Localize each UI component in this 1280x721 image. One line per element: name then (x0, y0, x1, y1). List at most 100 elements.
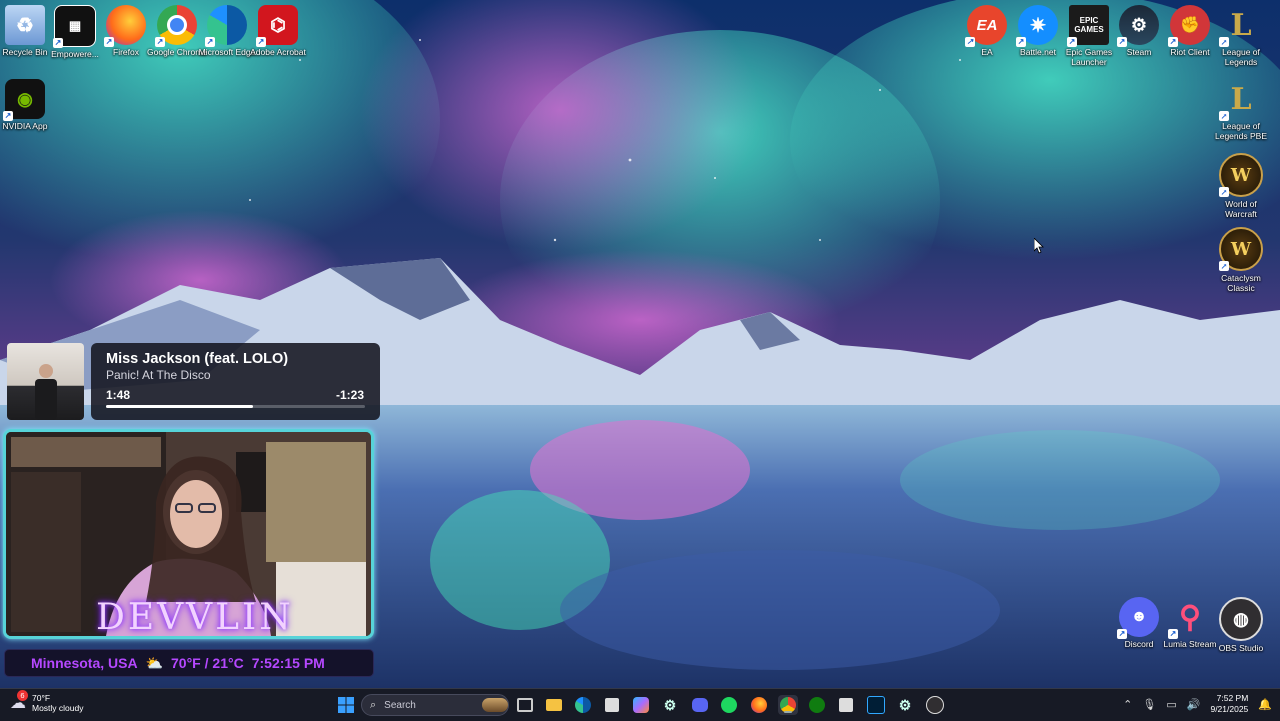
riot-client-icon: ✊ ↗ (1168, 5, 1210, 47)
taskbar-search[interactable]: ⌕ (361, 694, 509, 716)
partly-cloudy-icon: ⛅ (145, 654, 164, 671)
taskbar: ☁6 70°F Mostly cloudy ⌕ ⚙ ⚙ ⌃ 🎙 ▭ 🔊 7:52… (0, 688, 1280, 721)
steam-icon: ⚙ (898, 696, 912, 713)
desktop-icon-epic-games[interactable]: EPIC GAMES ↗ Epic Games Launcher (1064, 5, 1114, 67)
weather-badge: 6 (17, 690, 28, 701)
webcam-info-bar: Minnesota, USA ⛅ 70°F / 21°C 7:52:15 PM (4, 649, 374, 677)
taskbar-edge[interactable] (573, 695, 593, 715)
track-progress-fill (106, 405, 253, 408)
taskbar-task-view[interactable] (515, 695, 535, 715)
search-icon: ⌕ (370, 698, 377, 711)
taskbar-photoshop[interactable] (866, 695, 886, 715)
discord-icon: ☻ ↗ (1117, 597, 1159, 639)
desktop-icon-acrobat[interactable]: ⌬ ↗ Adobe Acrobat (250, 5, 306, 57)
cataclysm-icon: W ↗ (1219, 227, 1263, 271)
volume-icon[interactable]: 🔊 (1187, 698, 1201, 711)
taskbar-file-explorer[interactable] (544, 695, 564, 715)
notification-icon[interactable]: 🔔 (1258, 698, 1272, 711)
chrome-icon: ↗ (155, 5, 197, 47)
xbox-icon (809, 697, 825, 713)
track-elapsed: 1:48 (106, 388, 131, 402)
mouse-cursor-icon (1034, 238, 1044, 254)
desktop-icon-firefox[interactable]: ↗ Firefox (101, 5, 151, 57)
taskbar-steam-2[interactable]: ⚙ (895, 695, 915, 715)
empower-icon: ▦ ↗ (53, 5, 96, 48)
desktop-icon-chrome[interactable]: ↗ Google Chrome (147, 5, 207, 57)
nvidia-icon: ◉ ↗ (3, 79, 45, 121)
desktop-icon-world-of-warcraft[interactable]: W ↗ World of Warcraft (1216, 153, 1266, 219)
taskbar-spotify[interactable] (719, 695, 739, 715)
steam-icon: ⚙ (663, 696, 677, 713)
running-indicator (784, 711, 792, 713)
ea-icon: EA ↗ (965, 5, 1007, 47)
desktop-icon-ea[interactable]: EA ↗ EA (962, 5, 1012, 57)
search-input[interactable] (382, 698, 477, 712)
desktop-icon-discord[interactable]: ☻ ↗ Discord (1114, 597, 1164, 649)
track-artist: Panic! At The Disco (106, 368, 211, 382)
taskbar-weather-temp: 70°F (32, 693, 51, 703)
task-view-icon (517, 698, 533, 712)
desktop-icon-battlenet[interactable]: ✷ ↗ Battle.net (1013, 5, 1063, 57)
desktop-icon-obs[interactable]: ◍ OBS Studio (1216, 597, 1266, 653)
store-icon (605, 698, 619, 712)
edge-icon: ↗ (205, 5, 247, 47)
desktop-icon-nvidia[interactable]: ◉ ↗ NVIDIA App (0, 79, 50, 131)
album-art-figure (35, 364, 57, 420)
desktop-icon-empower[interactable]: ▦ ↗ Empowere... (50, 5, 100, 59)
desktop-icon-lumia-stream[interactable]: ⚲ ↗ Lumia Stream (1164, 597, 1217, 650)
network-icon[interactable]: ▭ (1166, 698, 1176, 711)
now-playing-card[interactable]: Miss Jackson (feat. LOLO) Panic! At The … (91, 343, 380, 420)
taskbar-clock[interactable]: 7:52 PM 9/21/2025 (1210, 693, 1248, 715)
chevron-up-icon[interactable]: ⌃ (1123, 698, 1132, 711)
taskbar-weather-desc: Mostly cloudy (32, 703, 84, 713)
clock-time: 7:52 PM (1216, 693, 1249, 703)
edge-icon (575, 697, 591, 713)
wow-icon: W ↗ (1219, 153, 1263, 197)
obs-icon: ◍ (1219, 597, 1263, 641)
taskbar-firefox[interactable] (749, 695, 769, 715)
file-explorer-icon (546, 699, 562, 711)
album-art (7, 343, 84, 420)
taskbar-chrome[interactable] (778, 695, 798, 715)
desktop-icon-league-pbe[interactable]: L ↗ League of Legends PBE (1215, 79, 1267, 142)
desktop-icon-recycle-bin[interactable]: ♻ Recycle Bin (0, 5, 50, 57)
acrobat-icon: ⌬ ↗ (256, 5, 298, 47)
league-icon: L ↗ (1219, 7, 1252, 47)
taskbar-store[interactable] (602, 695, 622, 715)
spotify-icon (721, 697, 737, 713)
taskbar-obs[interactable] (925, 695, 945, 715)
photoshop-icon (867, 696, 885, 714)
epic-games-icon: EPIC GAMES ↗ (1067, 5, 1109, 47)
taskbar-snipping-tool[interactable] (836, 695, 856, 715)
taskbar-discord[interactable] (690, 695, 710, 715)
search-highlight-icon (482, 698, 508, 712)
copilot-icon (633, 697, 649, 713)
microphone-icon[interactable]: 🎙 (1142, 698, 1156, 711)
start-button[interactable] (336, 695, 356, 715)
weather-text: 70°F / 21°C (171, 655, 244, 671)
clock-date: 9/21/2025 (1210, 704, 1249, 714)
obs-icon (926, 696, 944, 714)
location-text: Minnesota, USA (31, 655, 138, 671)
desktop-icon-cataclysm[interactable]: W ↗ Cataclysm Classic (1216, 227, 1266, 293)
cloudy-icon: ☁ 6 (10, 690, 28, 712)
league-pbe-icon: L ↗ (1219, 81, 1252, 121)
taskbar-copilot[interactable] (631, 695, 651, 715)
time-text: 7:52:15 PM (251, 655, 325, 671)
steam-icon: ⚙ ↗ (1117, 5, 1159, 47)
webcam-name-overlay: DEVVLIN (96, 597, 294, 638)
desktop-icon-edge[interactable]: ↗ Microsoft Edge (199, 5, 255, 57)
firefox-icon (751, 697, 767, 713)
taskbar-weather-widget[interactable]: ☁ 6 70°F Mostly cloudy (10, 690, 84, 713)
track-progress-bar (106, 405, 365, 408)
taskbar-steam[interactable]: ⚙ (660, 695, 680, 715)
battlenet-icon: ✷ ↗ (1016, 5, 1058, 47)
track-remaining: -1:23 (335, 388, 364, 402)
firefox-icon: ↗ (104, 5, 146, 47)
windows-logo-icon (338, 697, 354, 713)
desktop-icon-league[interactable]: L ↗ League of Legends (1216, 5, 1266, 67)
taskbar-xbox[interactable] (807, 695, 827, 715)
desktop-icon-steam[interactable]: ⚙ ↗ Steam (1114, 5, 1164, 57)
desktop-icon-riot-client[interactable]: ✊ ↗ Riot Client (1165, 5, 1215, 57)
discord-icon (692, 698, 708, 712)
